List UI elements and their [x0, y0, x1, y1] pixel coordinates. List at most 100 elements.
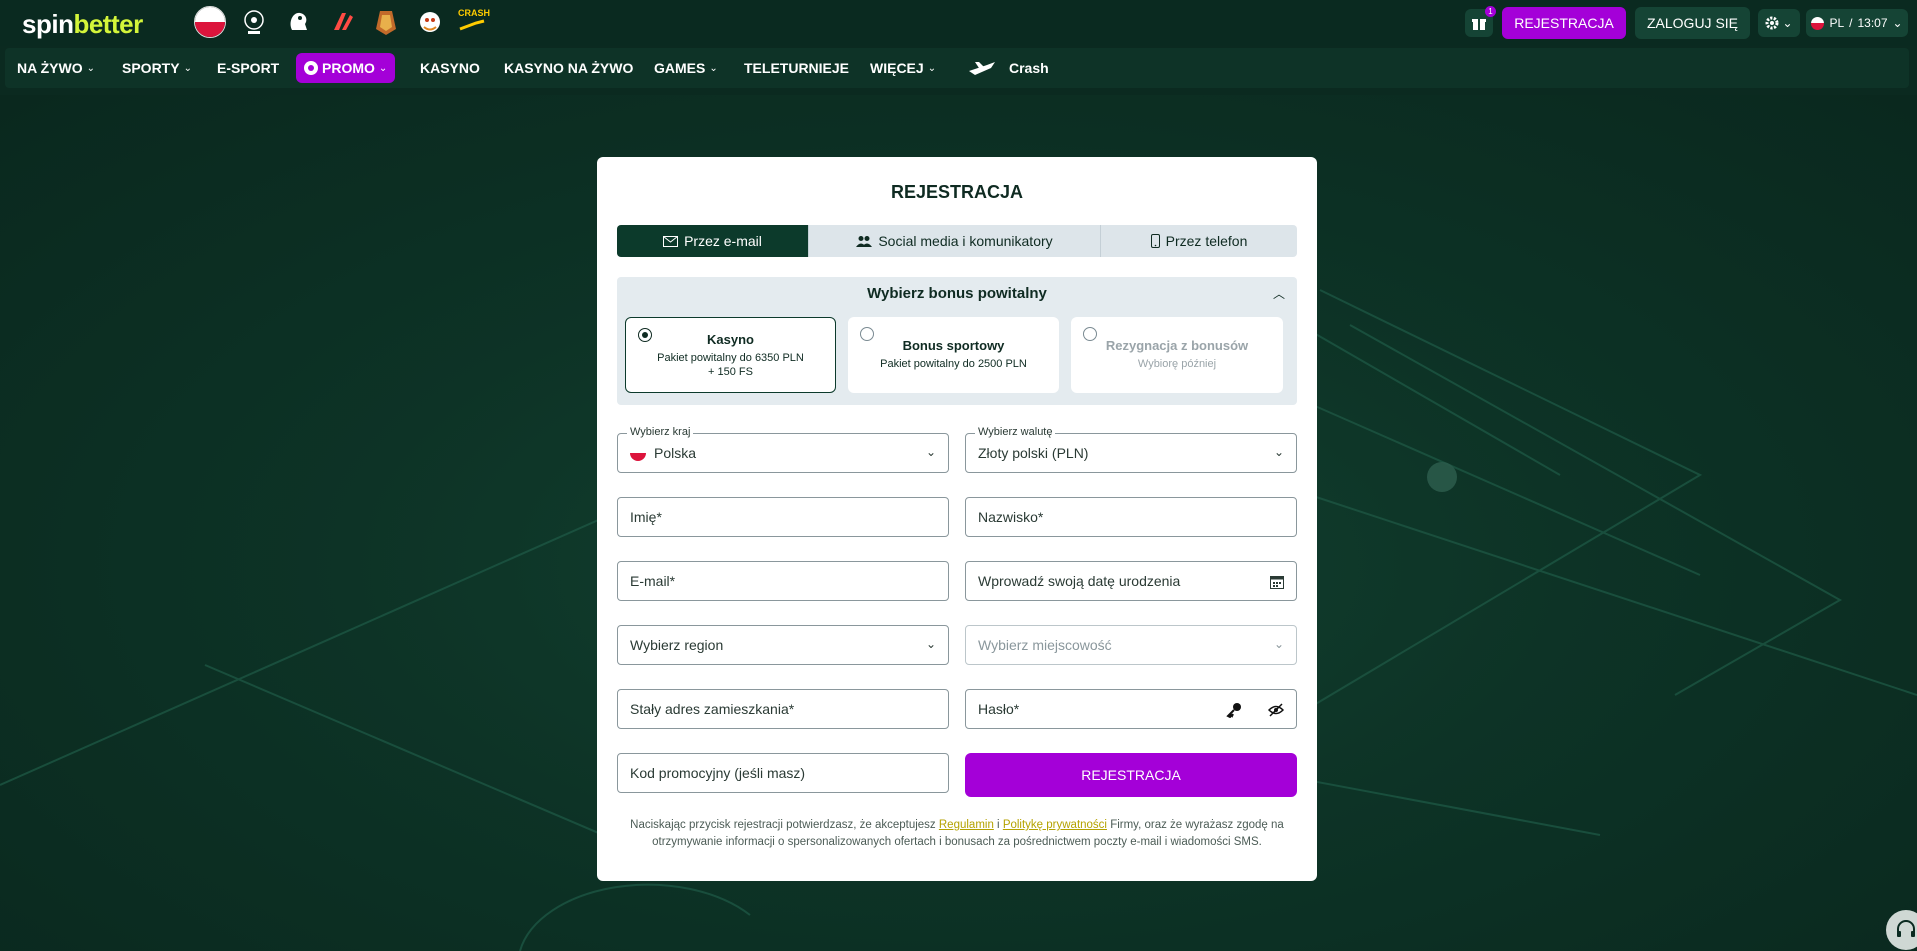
- city-select[interactable]: Wybierz miejscowość ⌄: [965, 625, 1297, 665]
- bonus-option-desc: Pakiet powitalny do 6350 PLN + 150 FS: [626, 351, 835, 379]
- nav-esport[interactable]: E-SPORT: [217, 48, 279, 88]
- nav-sports-label: SPORTY: [122, 60, 180, 76]
- password-field[interactable]: Hasło*: [965, 689, 1297, 729]
- clock-time: 13:07: [1857, 16, 1888, 30]
- register-button[interactable]: REJESTRACJA: [1502, 7, 1626, 39]
- nav-live-casino[interactable]: KASYNO NA ŻYWO: [504, 48, 633, 88]
- tab-phone[interactable]: Przez telefon: [1101, 225, 1297, 257]
- bonus-option-casino[interactable]: Kasyno Pakiet powitalny do 6350 PLN + 150…: [625, 317, 836, 393]
- separator: /: [1849, 16, 1853, 30]
- chevron-down-icon: ⌄: [1782, 16, 1793, 30]
- bonus-option-title: Kasyno: [707, 332, 754, 347]
- radio-icon[interactable]: [1083, 327, 1097, 341]
- calendar-icon[interactable]: [1270, 575, 1284, 589]
- address-field[interactable]: Stały adres zamieszkania*: [617, 689, 949, 729]
- nav-live-casino-label: KASYNO NA ŻYWO: [504, 60, 634, 76]
- privacy-policy-link[interactable]: Politykę prywatności: [1003, 819, 1107, 831]
- poland-flag-icon[interactable]: [194, 6, 226, 38]
- region-select[interactable]: Wybierz region ⌄: [617, 625, 949, 665]
- brand-logo[interactable]: spinbetter: [22, 9, 143, 40]
- last-name-field[interactable]: Nazwisko*: [965, 497, 1297, 537]
- main-navigation: NA ŻYWO ⌄ SPORTY ⌄ E-SPORT PROMO ⌄ KASYNO K…: [5, 48, 1909, 88]
- country-select[interactable]: Wybierz kraj Polska ⌄: [617, 426, 949, 473]
- city-placeholder: Wybierz miejscowość: [978, 637, 1112, 653]
- nav-tv-games-label: TELETURNIEJE: [744, 60, 850, 76]
- chevron-down-icon: ⌄: [1273, 637, 1284, 651]
- bonus-option-none[interactable]: Rezygnacja z bonusów Wybiorę później: [1071, 317, 1283, 393]
- nav-games[interactable]: GAMES ⌄: [654, 48, 718, 88]
- language-code: PL: [1829, 16, 1845, 30]
- currency-select[interactable]: Wybierz walutę Złoty polski (PLN) ⌄: [965, 426, 1297, 473]
- nav-more-label: WIĘCEJ: [870, 60, 924, 76]
- country-value: Polska: [654, 445, 697, 461]
- terms-link[interactable]: Regulamin: [939, 819, 994, 831]
- chevron-down-icon: ⌄: [1892, 16, 1903, 30]
- gift-icon: [1472, 19, 1486, 30]
- welcome-bonus-section: Wybierz bonus powitalny ︿ Kasyno Pakiet …: [617, 277, 1297, 405]
- chevron-up-icon[interactable]: ︿: [1273, 285, 1285, 302]
- nav-more[interactable]: WIĘCEJ ⌄: [870, 48, 936, 88]
- region-placeholder: Wybierz region: [630, 637, 724, 653]
- bonus-option-desc-line2: + 150 FS: [708, 366, 753, 378]
- tab-social[interactable]: Social media i komunikatory: [809, 225, 1101, 257]
- users-icon: [856, 236, 873, 247]
- gift-button[interactable]: 1: [1465, 6, 1496, 37]
- bonus-option-desc-line1: Pakiet powitalny do 6350 PLN: [657, 352, 804, 364]
- bonus-option-title: Bonus sportowy: [902, 338, 1005, 353]
- first-name-field[interactable]: Imię*: [617, 497, 949, 537]
- email-field[interactable]: E-mail*: [617, 561, 949, 601]
- poland-flag-icon: [630, 445, 646, 461]
- bonus-option-sport[interactable]: Bonus sportowy Pakiet powitalny do 2500 …: [848, 317, 1059, 393]
- top-header: spinbetter CRASH 1 REJESTRACJA ZALOGUJ S…: [0, 0, 1917, 46]
- chevron-down-icon: ⌄: [183, 62, 192, 74]
- tab-email-label: Przez e-mail: [684, 233, 762, 249]
- settings-button[interactable]: ⌄: [1758, 9, 1800, 37]
- chevron-down-icon: ⌄: [1273, 445, 1284, 459]
- bonus-section-title: Wybierz bonus powitalny: [867, 285, 1047, 302]
- gift-badge: 1: [1485, 6, 1496, 17]
- bonus-option-title: Rezygnacja z bonusów: [1105, 338, 1249, 353]
- tab-email[interactable]: Przez e-mail: [617, 225, 809, 257]
- nav-casino[interactable]: KASYNO: [420, 48, 480, 88]
- country-label: Wybierz kraj: [627, 426, 694, 438]
- nav-games-label: GAMES: [654, 60, 706, 76]
- key-icon[interactable]: [1226, 702, 1242, 718]
- password-placeholder: Hasło*: [978, 701, 1020, 717]
- laliga-icon[interactable]: [326, 6, 358, 38]
- logo-better: better: [73, 9, 143, 39]
- currency-label: Wybierz walutę: [975, 426, 1056, 438]
- nav-tv-games[interactable]: TELETURNIEJE: [744, 48, 849, 88]
- terms-and: i: [993, 819, 1003, 831]
- nav-live[interactable]: NA ŻYWO ⌄: [17, 48, 95, 88]
- nav-crash[interactable]: Crash: [967, 48, 1049, 88]
- champions-league-icon[interactable]: [238, 6, 270, 38]
- login-button[interactable]: ZALOGUJ SIĘ: [1635, 7, 1750, 39]
- chevron-down-icon: ⌄: [925, 445, 936, 459]
- premier-league-icon[interactable]: [282, 6, 314, 38]
- crash-game-icon[interactable]: CRASH: [458, 6, 490, 38]
- gear-icon: [1765, 16, 1779, 30]
- submit-register-button[interactable]: REJESTRACJA: [965, 753, 1297, 797]
- nav-promo[interactable]: PROMO ⌄: [296, 53, 396, 83]
- radio-icon[interactable]: [860, 327, 874, 341]
- birthdate-placeholder: Wprowadź swoją datę urodzenia: [978, 573, 1181, 589]
- radio-selected-icon[interactable]: [638, 328, 652, 342]
- crash-icon-label: CRASH: [458, 7, 491, 18]
- bonus-option-desc: Pakiet powitalny do 2500 PLN: [880, 358, 1027, 370]
- mascot-icon[interactable]: [414, 6, 446, 38]
- poland-flag-icon: [1811, 16, 1825, 30]
- nav-casino-label: KASYNO: [420, 60, 480, 76]
- currency-value: Złoty polski (PLN): [978, 445, 1089, 461]
- tab-phone-label: Przez telefon: [1165, 233, 1248, 249]
- language-time-selector[interactable]: PL / 13:07 ⌄: [1806, 9, 1908, 37]
- promo-icon: [304, 61, 318, 75]
- chevron-down-icon: ⌄: [927, 62, 937, 74]
- nav-sports[interactable]: SPORTY ⌄: [122, 48, 192, 88]
- birthdate-field[interactable]: Wprowadź swoją datę urodzenia: [965, 561, 1297, 601]
- chevron-down-icon: ⌄: [709, 62, 718, 74]
- bonus-option-desc: Wybiorę później: [1137, 358, 1217, 370]
- eye-hidden-icon[interactable]: [1268, 703, 1284, 717]
- terms-part1: Naciskając przycisk rejestracji potwierd…: [630, 819, 939, 831]
- golden-trophy-icon[interactable]: [370, 6, 402, 38]
- promo-code-field[interactable]: Kod promocyjny (jeśli masz): [617, 753, 949, 793]
